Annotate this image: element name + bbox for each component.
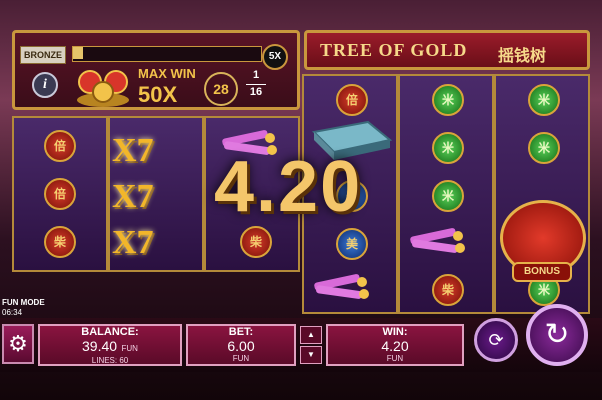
green-lantern-symbol: 米 — [432, 180, 464, 212]
balance-label: BALANCE: — [81, 326, 139, 338]
wild-seven-symbol: X7 — [112, 132, 154, 169]
balance-currency: FUN — [121, 344, 138, 353]
bet-label: BET: — [228, 326, 254, 338]
win-label: WIN: — [382, 326, 408, 338]
game-title: TREE OF GOLD — [320, 40, 468, 60]
progress-track — [72, 46, 262, 62]
red-lantern-symbol: 柴 — [432, 274, 464, 306]
clock: 06:34 — [2, 308, 23, 317]
progress-fill — [73, 47, 83, 59]
level-badge: BRONZE — [20, 46, 66, 64]
red-lantern-symbol: 倍 — [44, 178, 76, 210]
win-amount-overlay: 4.20 — [214, 147, 363, 227]
bonus-label: BONUS — [512, 262, 572, 282]
firecracker-symbol — [410, 228, 465, 253]
firecracker-symbol — [314, 274, 369, 299]
autoplay-button[interactable]: ⟳ — [474, 318, 518, 362]
wild-seven-symbol: X7 — [112, 178, 154, 215]
max-win-label: MAX WIN — [138, 66, 196, 81]
red-lantern-symbol: 柴 — [240, 226, 272, 258]
green-lantern-symbol: 米 — [528, 84, 560, 116]
blue-lantern-symbol: 美 — [336, 228, 368, 260]
gear-icon: ⚙ — [8, 331, 28, 356]
green-lantern-symbol: 米 — [432, 84, 464, 116]
green-lantern-symbol: 米 — [432, 132, 464, 164]
bet-decrease-button[interactable]: ▼ — [300, 346, 322, 364]
bet-panel: BET: 6.00 FUN — [186, 324, 296, 366]
spins-fraction-bottom: 16 — [249, 86, 263, 98]
spin-button[interactable]: ↻ — [526, 304, 588, 366]
autoplay-icon: ⟳ — [488, 330, 504, 350]
multiplier-badge: 5X — [262, 44, 288, 70]
game-title-chinese: 摇钱树 — [498, 48, 547, 65]
spin-icon: ↻ — [544, 318, 570, 351]
spins-fraction-top: 1 — [252, 69, 260, 81]
settings-button[interactable]: ⚙ — [2, 324, 34, 364]
fraction-divider — [246, 84, 266, 85]
spins-counter: 28 — [204, 72, 238, 106]
red-lantern-symbol: 倍 — [44, 130, 76, 162]
max-win-value: 50X — [138, 82, 178, 107]
wild-seven-symbol: X7 — [112, 224, 154, 261]
coin-pile-icon — [77, 70, 129, 107]
win-value: 4.20 — [381, 338, 409, 354]
fun-mode-label: FUN MODE — [2, 298, 45, 307]
red-lantern-symbol: 倍 — [336, 84, 368, 116]
green-lantern-symbol: 米 — [528, 132, 560, 164]
lines-text: LINES: 60 — [91, 356, 129, 365]
red-lantern-symbol: 柴 — [44, 226, 76, 258]
bet-currency: FUN — [232, 354, 250, 363]
bet-value: 6.00 — [227, 338, 255, 354]
balance-panel: BALANCE: 39.40 FUN LINES: 60 — [38, 324, 182, 366]
bet-increase-button[interactable]: ▲ — [300, 326, 322, 344]
info-icon[interactable]: i — [32, 72, 58, 98]
win-currency: FUN — [386, 354, 404, 363]
win-panel: WIN: 4.20 FUN — [326, 324, 464, 366]
balance-value: 39.40 — [82, 338, 118, 354]
